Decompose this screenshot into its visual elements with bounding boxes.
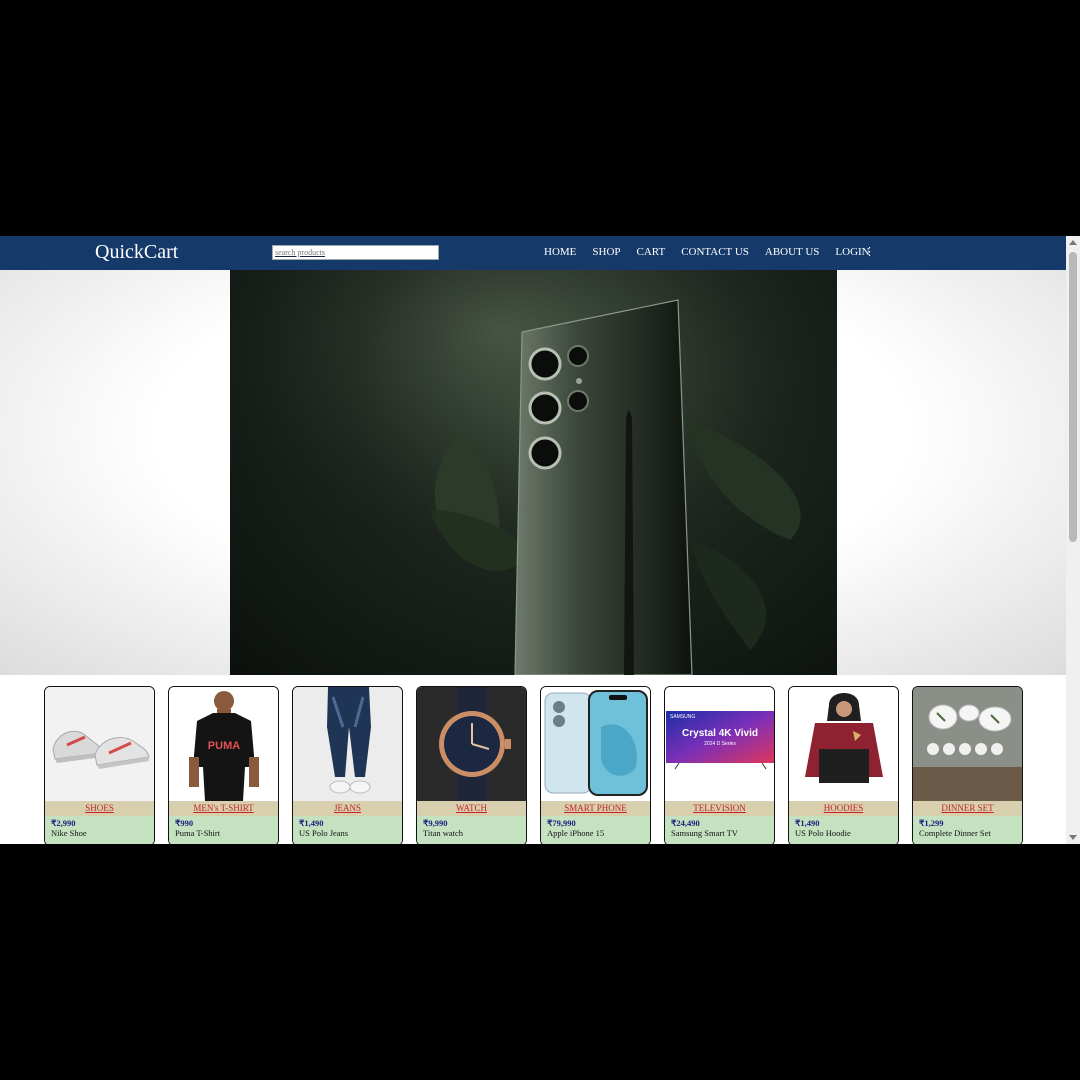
tv-subline-text: 2024 D Series [704,741,736,747]
product-card[interactable]: SHOES ₹2,990 Nike Shoe [44,686,155,844]
shoe-image [45,687,154,801]
product-category[interactable]: MEN's T-SHIRT [169,801,278,816]
product-info: ₹1,490 US Polo Jeans [293,816,402,844]
product-info: ₹1,299 Complete Dinner Set [913,816,1022,844]
navbar: QuickCart HOME SHOP CART CONTACT US ABOU… [0,236,1066,270]
search-input[interactable] [272,245,439,260]
product-name: Complete Dinner Set [919,828,991,838]
main-nav: HOME SHOP CART CONTACT US ABOUT US LOGIN [544,246,870,258]
tv-brand-text: SAMSUNG [670,714,695,720]
scroll-down-arrow-icon[interactable] [1069,835,1077,840]
product-info: ₹9,990 Titan watch [417,816,526,844]
product-card[interactable]: PUMA MEN's T-SHIRT ₹990 Puma T-Shirt [168,686,279,844]
vertical-scrollbar[interactable] [1066,236,1080,844]
product-category[interactable]: DINNER SET [913,801,1022,816]
product-name: Samsung Smart TV [671,828,738,838]
product-card[interactable]: SAMSUNG Crystal 4K Vivid 2024 D Series T… [664,686,775,844]
product-category[interactable]: HOODIES [789,801,898,816]
nav-shop[interactable]: SHOP [592,246,620,258]
hoodie-image [789,687,898,801]
jeans-image [293,687,402,801]
product-category[interactable]: SMART PHONE [541,801,650,816]
nav-home[interactable]: HOME [544,246,576,258]
nav-about-us[interactable]: ABOUT US [765,246,820,258]
dinnerset-image [913,687,1022,801]
tv-headline-text: Crystal 4K Vivid [682,728,758,739]
tv-image: SAMSUNG Crystal 4K Vivid 2024 D Series [665,687,774,801]
puma-logo-text: PUMA [208,740,240,752]
product-card[interactable]: WATCH ₹9,990 Titan watch [416,686,527,844]
browser-viewport: QuickCart HOME SHOP CART CONTACT US ABOU… [0,236,1080,844]
product-info: ₹24,490 Samsung Smart TV [665,816,774,844]
product-category[interactable]: TELEVISION [665,801,774,816]
nav-cart[interactable]: CART [637,246,666,258]
product-info: ₹990 Puma T-Shirt [169,816,278,844]
product-card[interactable]: HOODIES ₹1,490 US Polo Hoodie [788,686,899,844]
nav-contact-us[interactable]: CONTACT US [681,246,749,258]
phone-image [541,687,650,801]
product-card[interactable]: JEANS ₹1,490 US Polo Jeans [292,686,403,844]
tshirt-image: PUMA [169,687,278,801]
product-name: Apple iPhone 15 [547,828,605,838]
product-category[interactable]: SHOES [45,801,154,816]
product-info: ₹2,990 Nike Shoe [45,816,154,844]
scroll-up-arrow-icon[interactable] [1069,240,1077,245]
product-category[interactable]: JEANS [293,801,402,816]
product-name: US Polo Hoodie [795,828,851,838]
more-vertical-icon[interactable]: ⋮ [864,245,875,258]
product-info: ₹1,490 US Polo Hoodie [789,816,898,844]
product-name: US Polo Jeans [299,828,349,838]
product-card[interactable]: DINNER SET ₹1,299 Complete Dinner Set [912,686,1023,844]
product-name: Puma T-Shirt [175,828,221,838]
product-card[interactable]: SMART PHONE ₹79,990 Apple iPhone 15 [540,686,651,844]
product-name: Nike Shoe [51,828,87,838]
product-category[interactable]: WATCH [417,801,526,816]
site-logo[interactable]: QuickCart [95,241,178,264]
hero-banner[interactable] [230,270,837,675]
scroll-thumb[interactable] [1069,252,1077,542]
product-name: Titan watch [423,828,464,838]
watch-image [417,687,526,801]
smartphone-banner-image [230,270,837,675]
product-info: ₹79,990 Apple iPhone 15 [541,816,650,844]
